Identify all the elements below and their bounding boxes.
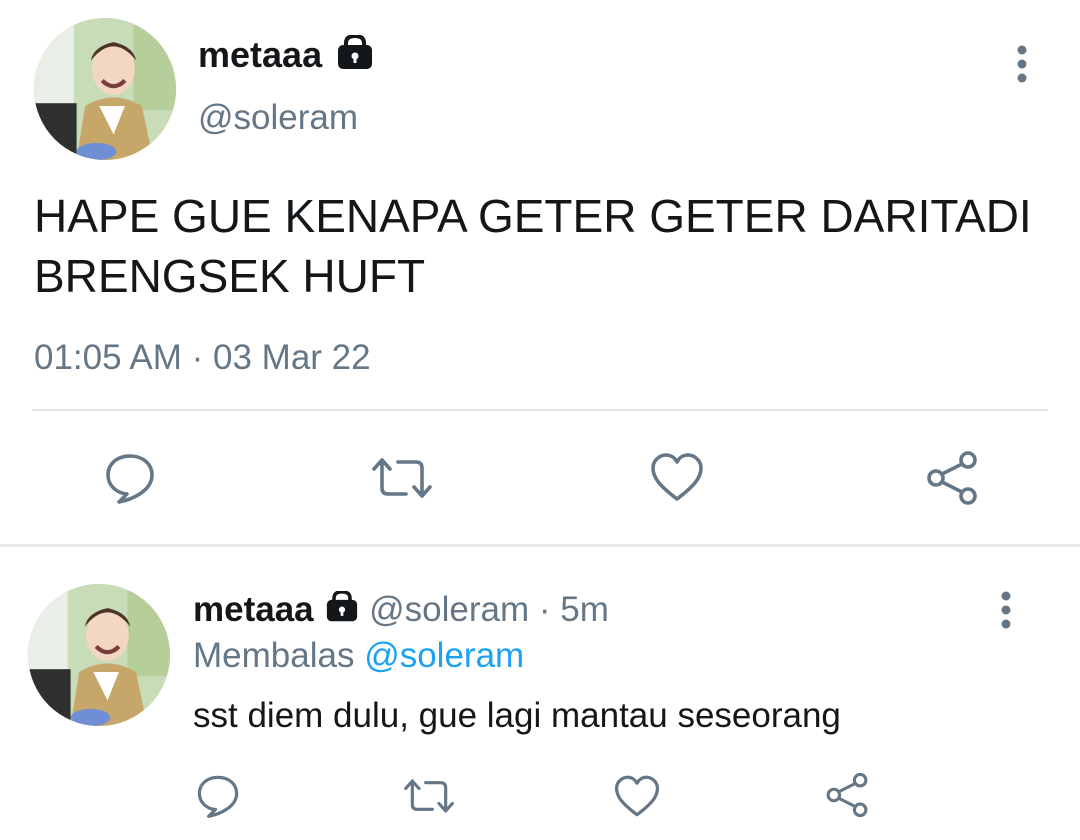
handle[interactable]: @soleram [369, 590, 529, 629]
share-icon[interactable] [924, 450, 980, 506]
separator: · [538, 590, 551, 629]
heart-icon[interactable] [650, 452, 704, 502]
avatar[interactable] [28, 584, 170, 726]
display-name[interactable]: metaaa [198, 33, 374, 80]
mention-link[interactable]: @soleram [364, 636, 524, 675]
section-divider [0, 544, 1080, 547]
tweet-text-line: HAPE GUE KENAPA GETER GETER DARITADI [34, 190, 1032, 242]
tweet-age[interactable]: 5m [560, 590, 609, 629]
reply-header: metaaa @soleram · 5m [193, 590, 609, 632]
divider [32, 409, 1048, 411]
tweet-text: HAPE GUE KENAPA GETER GETER DARITADI BRE… [34, 186, 1032, 306]
display-name[interactable]: metaaa [193, 590, 314, 629]
retweet-icon[interactable] [370, 454, 434, 502]
avatar-photo [34, 18, 176, 160]
avatar-photo [28, 584, 170, 726]
lock-icon [336, 33, 374, 80]
timestamp[interactable]: 01:05 AM · 03 Mar 22 [34, 338, 371, 378]
tweet-text-line: BRENGSEK HUFT [34, 250, 426, 302]
more-vertical-icon[interactable] [1008, 44, 1036, 86]
retweet-icon[interactable] [402, 776, 456, 816]
more-vertical-icon[interactable] [992, 590, 1020, 632]
reply-icon[interactable] [104, 452, 156, 504]
reply-text: sst diem dulu, gue lagi mantau seseorang [193, 696, 841, 735]
heart-icon[interactable] [614, 774, 660, 818]
share-icon[interactable] [824, 772, 870, 818]
replying-to-label: Membalas [193, 636, 355, 675]
lock-icon [325, 590, 359, 632]
reply-icon[interactable] [196, 774, 240, 818]
replying-to: Membalas @soleram [193, 636, 524, 676]
avatar[interactable] [34, 18, 176, 160]
handle[interactable]: @soleram [198, 98, 358, 138]
